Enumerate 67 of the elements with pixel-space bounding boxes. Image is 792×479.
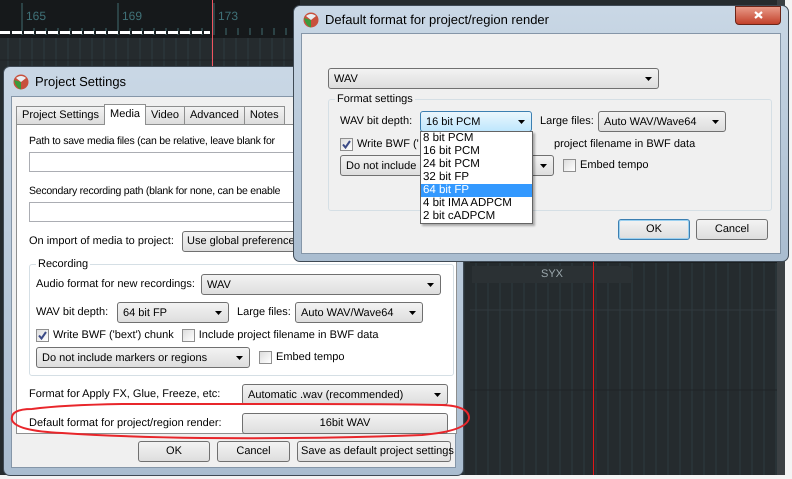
time-selection-bar[interactable] bbox=[0, 31, 210, 34]
field-label: Format for Apply FX, Glue, Freeze, etc: bbox=[29, 387, 222, 402]
dropdown[interactable]: WAV bbox=[328, 68, 659, 89]
field-label: On import of media to project: bbox=[29, 234, 175, 249]
dropdown[interactable]: Auto WAV/Wave64 bbox=[295, 302, 423, 323]
checkbox-label: Include project filename in BWF data bbox=[198, 328, 379, 343]
close-button[interactable] bbox=[735, 6, 781, 24]
caret-icon bbox=[712, 120, 719, 124]
checkbox-label: Write BWF (' bbox=[357, 137, 419, 152]
field-label: Large files: bbox=[237, 305, 292, 320]
ruler-label: 173 bbox=[218, 9, 238, 23]
ruler-label: 165 bbox=[26, 9, 46, 23]
region-item[interactable]: SYX bbox=[472, 266, 632, 283]
caret-icon bbox=[236, 356, 243, 360]
window-title: Default format for project/region render bbox=[325, 12, 549, 27]
group-title: Recording bbox=[36, 257, 90, 271]
checkbox[interactable] bbox=[36, 329, 49, 342]
close-icon bbox=[754, 11, 762, 19]
list-option[interactable]: 8 bit PCM bbox=[421, 132, 532, 145]
format-button[interactable]: 16bit WAV bbox=[242, 413, 448, 434]
dropdown[interactable]: Do not include markers or regions bbox=[36, 347, 250, 368]
checkbox[interactable] bbox=[259, 351, 272, 364]
dropdown[interactable]: WAV bbox=[200, 274, 441, 295]
caret-icon bbox=[409, 310, 416, 314]
checkbox[interactable] bbox=[340, 138, 353, 151]
dropdown[interactable]: 16 bit PCM bbox=[420, 111, 532, 132]
tab[interactable]: Advanced bbox=[184, 106, 245, 124]
caret-icon bbox=[426, 282, 434, 286]
tab[interactable]: Notes bbox=[244, 106, 285, 124]
caret-icon bbox=[518, 120, 525, 124]
list-option[interactable]: 2 bit cADPCM bbox=[421, 210, 532, 223]
caret-icon bbox=[645, 76, 652, 80]
dialog-button[interactable]: OK bbox=[138, 441, 210, 462]
tab[interactable]: Video bbox=[145, 106, 185, 124]
checkbox-label: Write BWF ('bext') chunk bbox=[53, 328, 174, 343]
field-label: Large files: bbox=[540, 114, 595, 129]
window-title: Project Settings bbox=[35, 74, 126, 89]
field-label: Default format for project/region render: bbox=[29, 416, 223, 431]
group-title: Format settings bbox=[335, 92, 415, 106]
field-label: Secondary recording path (blank for none, can be enable bbox=[29, 184, 280, 199]
app-logo-icon bbox=[13, 74, 29, 90]
caret-icon bbox=[215, 310, 222, 314]
checkbox-label: Embed tempo bbox=[580, 158, 648, 173]
tab[interactable]: Media bbox=[104, 104, 146, 125]
checkbox-label: Embed tempo bbox=[276, 350, 344, 365]
dropdown[interactable]: 64 bit FP bbox=[117, 302, 229, 323]
list-option[interactable]: 16 bit PCM bbox=[421, 145, 532, 158]
field-label: Audio format for new recordings: bbox=[36, 277, 195, 292]
field-label: WAV bit depth: bbox=[340, 114, 414, 129]
tab[interactable]: Project Settings bbox=[16, 106, 106, 124]
field-label: Path to save media files (can be relative, leave blank for bbox=[29, 134, 275, 149]
list-option[interactable]: 24 bit PCM bbox=[421, 158, 532, 171]
dialog-button[interactable]: Cancel bbox=[696, 219, 768, 240]
checkbox[interactable] bbox=[563, 159, 576, 172]
caret-icon bbox=[434, 392, 441, 396]
dialog-button[interactable]: Save as default project settings bbox=[297, 441, 451, 462]
checkbox[interactable] bbox=[182, 329, 195, 342]
checkbox-label: project filename in BWF data bbox=[554, 137, 696, 152]
dialog-button[interactable]: Cancel bbox=[217, 441, 290, 462]
app-logo-icon bbox=[303, 12, 319, 28]
field-label: WAV bit depth: bbox=[36, 305, 110, 320]
dialog-button[interactable]: OK bbox=[618, 219, 690, 240]
ruler-label: 169 bbox=[122, 9, 142, 23]
dropdown[interactable]: Auto WAV/Wave64 bbox=[598, 111, 726, 132]
dropdown[interactable]: Automatic .wav (recommended) bbox=[242, 384, 448, 405]
list-option[interactable]: 4 bit IMA ADPCM bbox=[421, 197, 532, 210]
caret-icon bbox=[540, 164, 547, 168]
